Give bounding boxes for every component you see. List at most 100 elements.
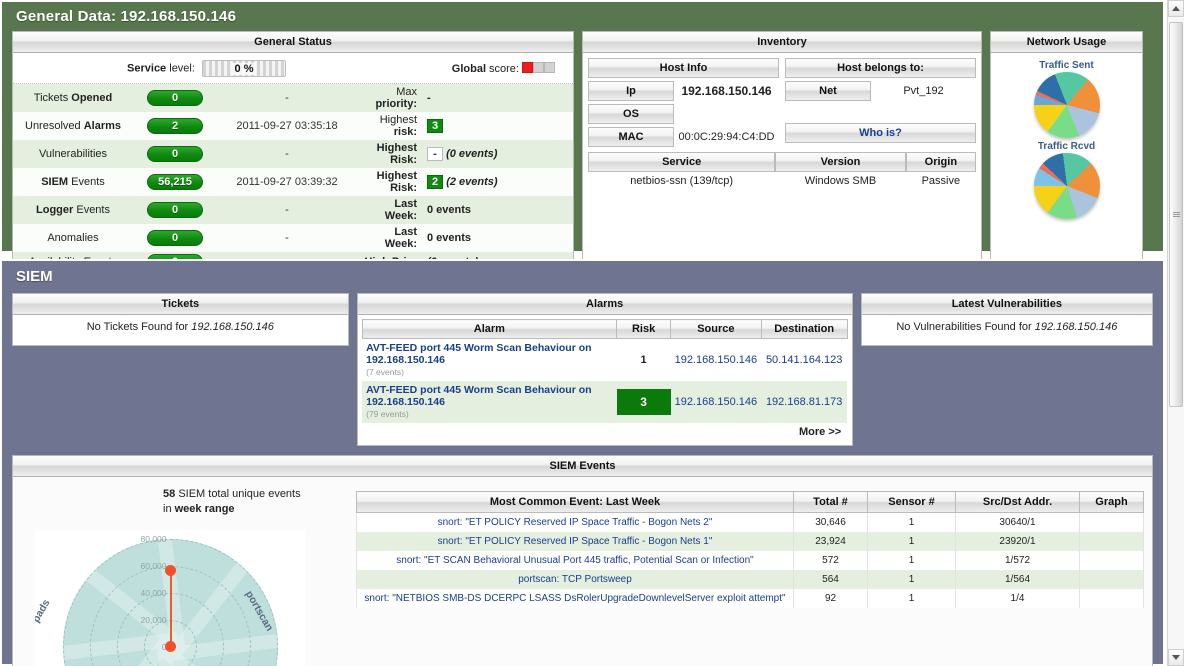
vertical-scrollbar[interactable] (1167, 0, 1184, 666)
pie-chart-caption: Traffic Sent (1039, 60, 1094, 71)
event-column-header[interactable]: Graph (1079, 491, 1144, 513)
service-th: Service (588, 152, 776, 172)
event-cell-name[interactable]: portscan: TCP Portsweep (356, 570, 794, 589)
alarm-cell-source[interactable]: 192.168.150.146 (670, 381, 762, 423)
inventory-title: Inventory (583, 32, 981, 53)
scroll-up-button[interactable] (1168, 0, 1184, 17)
event-row[interactable]: snort: "ET POLICY Reserved IP Space Traf… (356, 532, 1144, 551)
event-cell-addr: 1/4 (955, 589, 1080, 608)
scroll-down-button[interactable] (1168, 649, 1184, 666)
count-badge[interactable]: 2 (147, 118, 203, 134)
ip-label[interactable]: Ip (588, 81, 674, 101)
event-row[interactable]: snort: "ET SCAN Behavioral Unusual Port … (356, 551, 1144, 570)
pie-chart-caption: Traffic Rcvd (1037, 141, 1096, 152)
event-cell-graph[interactable] (1079, 512, 1144, 532)
alarm-column-header[interactable]: Risk (616, 319, 672, 339)
alarm-link[interactable]: AVT-FEED port 445 Worm Scan Behaviour on… (366, 384, 612, 408)
alarms-more-row[interactable]: More >> (362, 423, 848, 441)
status-row-name: Vulnerabilities (13, 140, 133, 168)
count-badge[interactable]: 0 (147, 202, 203, 218)
mac-value: 00:0C:29:94:C4:DD (678, 131, 775, 143)
status-row-value: - (423, 84, 573, 112)
tickets-empty-text: No Tickets Found for (86, 321, 189, 333)
inventory-panel: Inventory Host Info Ip 192.168.150.146 O… (582, 31, 982, 273)
host-belongs-header[interactable]: Host belongs to: (785, 58, 976, 78)
inventory-row-os: OS (588, 104, 779, 124)
mac-label[interactable]: MAC (588, 127, 674, 147)
count-badge[interactable]: 0 (147, 230, 203, 246)
event-cell-graph[interactable] (1079, 532, 1144, 551)
scrollbar-grip-icon (1172, 211, 1180, 218)
service-cell: netbios-ssn (139/tcp) (588, 172, 776, 190)
status-row-metric: Last Week: (357, 196, 423, 224)
event-link[interactable]: portscan: TCP Portsweep (518, 574, 632, 585)
event-cell-sensor: 1 (867, 512, 956, 532)
event-column-header[interactable]: Total # (793, 491, 868, 513)
event-cell-addr: 23920/1 (955, 532, 1080, 551)
alarm-event-count: (7 events) (366, 367, 404, 377)
service-level-meter: 0 % (202, 60, 286, 77)
alarm-link[interactable]: AVT-FEED port 445 Worm Scan Behaviour on… (366, 342, 612, 366)
event-cell-name[interactable]: snort: "ET POLICY Reserved IP Space Traf… (356, 532, 794, 551)
event-column-header[interactable]: Src/Dst Addr. (955, 491, 1080, 513)
alarm-column-header[interactable]: Alarm (361, 319, 618, 339)
alarm-column-header[interactable]: Destination (760, 319, 848, 339)
event-cell-name[interactable]: snort: "ET SCAN Behavioral Unusual Port … (356, 551, 794, 570)
service-column-header[interactable]: Version (775, 152, 906, 172)
net-value: Pvt_192 (903, 85, 944, 97)
risk-badge: 3 (427, 119, 444, 133)
os-label[interactable]: OS (588, 104, 674, 124)
network-usage-title: Network Usage (991, 32, 1142, 53)
alarm-cell-destination[interactable]: 50.141.164.123 (761, 338, 848, 381)
event-link[interactable]: snort: "ET SCAN Behavioral Unusual Port … (396, 555, 753, 566)
scrollbar-thumb[interactable] (1169, 22, 1183, 407)
event-cell-graph[interactable] (1079, 570, 1144, 589)
ip-value: 192.168.150.146 (681, 84, 772, 98)
alarm-cell-source[interactable]: 192.168.150.146 (670, 338, 762, 381)
event-cell-graph[interactable] (1079, 551, 1144, 570)
service-column-header[interactable]: Origin (905, 152, 976, 172)
event-column-header[interactable]: Sensor # (867, 491, 956, 513)
alarm-cell-name[interactable]: AVT-FEED port 445 Worm Scan Behaviour on… (362, 381, 617, 423)
alarms-more-link[interactable]: More >> (362, 423, 848, 441)
event-cell-name[interactable]: snort: "NETBIOS SMB-DS DCERPC LSASS DsRo… (356, 589, 794, 608)
radar-plot: 020,00040,00060,00080,000snortportscanpa… (35, 531, 279, 666)
event-cell-graph[interactable] (1079, 589, 1144, 608)
tickets-empty-message: No Tickets Found for 192.168.150.146 (13, 315, 348, 339)
count-badge[interactable]: 0 (147, 146, 203, 162)
status-row-value: 0 events (423, 224, 573, 252)
event-row[interactable]: portscan: TCP Portsweep 564 1 1/564 (356, 570, 1144, 589)
chevron-up-icon (1172, 6, 1180, 11)
status-row-metric: Max priority: (357, 84, 423, 112)
status-row-date: 2011-09-27 03:39:32 (217, 168, 357, 196)
event-column-header[interactable]: Most Common Event: Last Week (356, 491, 794, 513)
event-cell-sensor: 1 (867, 570, 956, 589)
status-row-metric: Highest Risk: (357, 168, 423, 196)
event-cell-sensor: 1 (867, 532, 956, 551)
alarm-cell-name[interactable]: AVT-FEED port 445 Worm Scan Behaviour on… (362, 338, 617, 381)
net-label[interactable]: Net (785, 81, 871, 101)
event-link[interactable]: snort: "NETBIOS SMB-DS DCERPC LSASS DsRo… (364, 593, 785, 604)
event-link[interactable]: snort: "ET POLICY Reserved IP Space Traf… (438, 517, 713, 528)
count-badge[interactable]: 0 (147, 90, 203, 106)
event-cell-addr: 1/572 (955, 551, 1080, 570)
status-row-name: Logger Events (13, 196, 133, 224)
alarm-row[interactable]: AVT-FEED port 445 Worm Scan Behaviour on… (362, 381, 848, 423)
service-column-header[interactable]: Service (588, 152, 776, 172)
count-badge[interactable]: 56,215 (147, 174, 203, 190)
alarm-cell-destination[interactable]: 192.168.81.173 (761, 381, 848, 423)
status-row-name: Anomalies (13, 224, 133, 252)
event-link[interactable]: snort: "ET POLICY Reserved IP Space Traf… (438, 536, 713, 547)
who-is-button[interactable]: Who is? (785, 123, 976, 143)
alarm-column-header[interactable]: Source (670, 319, 762, 339)
event-cell-name[interactable]: snort: "ET POLICY Reserved IP Space Traf… (356, 512, 794, 532)
radar-point-origin[interactable] (165, 641, 176, 652)
status-row-value: 3 (423, 112, 573, 140)
event-row[interactable]: snort: "ET POLICY Reserved IP Space Traf… (356, 512, 1144, 532)
service-th: Version (775, 152, 906, 172)
tickets-panel: Tickets No Tickets Found for 192.168.150… (12, 293, 349, 346)
event-row[interactable]: snort: "NETBIOS SMB-DS DCERPC LSASS DsRo… (356, 589, 1144, 608)
alarms-panel: Alarms Alarm Risk Source Destination AVT-FE… (356, 293, 853, 446)
host-info-header[interactable]: Host Info (588, 58, 779, 78)
alarm-row[interactable]: AVT-FEED port 445 Worm Scan Behaviour on… (362, 338, 848, 381)
